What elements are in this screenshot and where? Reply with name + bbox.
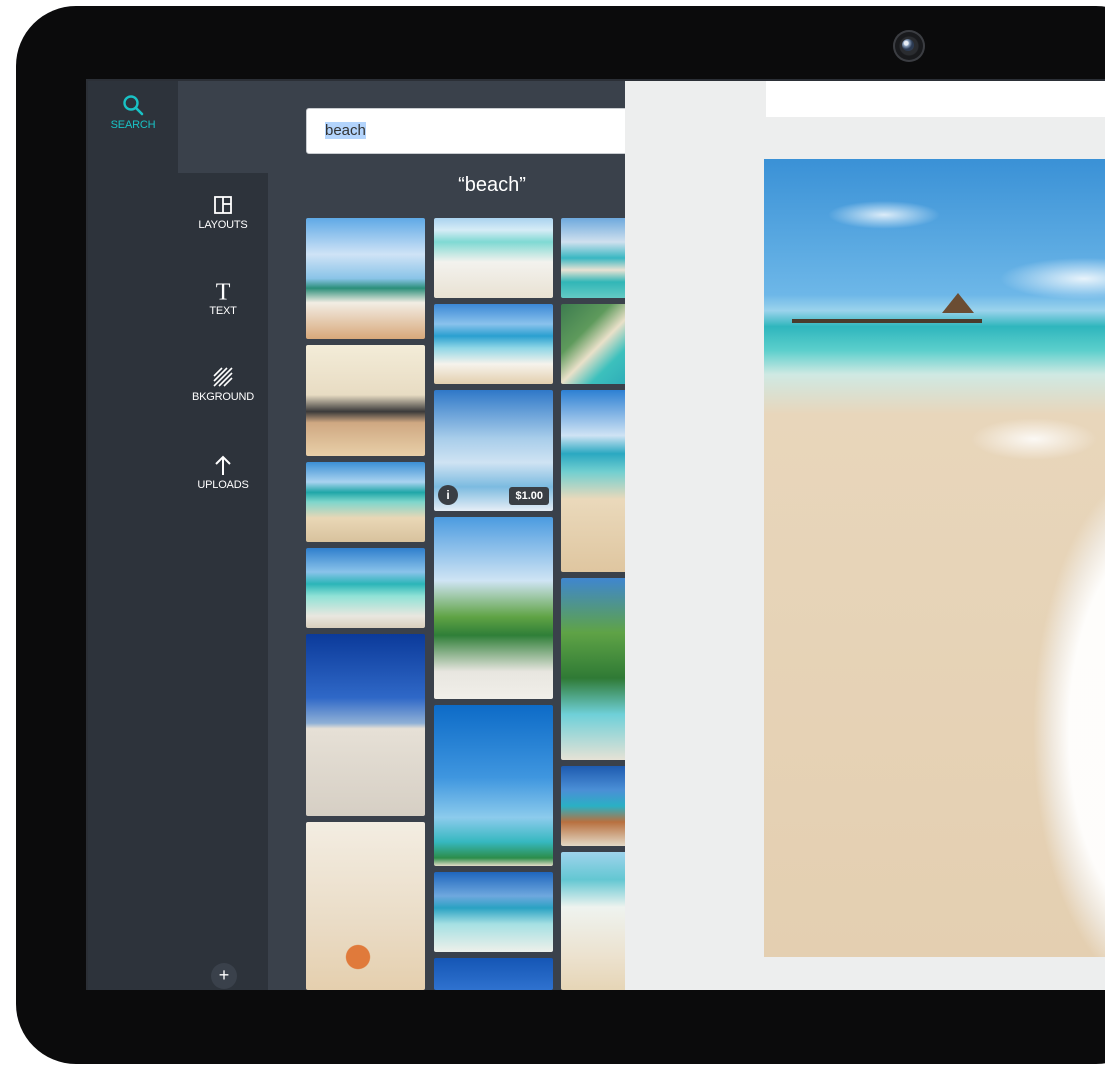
sidebar-item-label: SEARCH bbox=[110, 119, 156, 131]
canvas-beach-image[interactable] bbox=[764, 159, 1105, 957]
background-icon bbox=[213, 367, 233, 387]
search-icon bbox=[123, 95, 144, 116]
sidebar-item-search[interactable]: SEARCH bbox=[88, 93, 178, 173]
camera-icon bbox=[893, 30, 925, 62]
image-thumbnail[interactable] bbox=[306, 218, 425, 339]
image-thumbnail[interactable] bbox=[306, 822, 425, 990]
image-thumbnail[interactable] bbox=[306, 548, 425, 628]
text-icon: T bbox=[216, 279, 231, 303]
design-canvas-area bbox=[625, 81, 1105, 990]
pier bbox=[792, 319, 982, 323]
previous-page[interactable] bbox=[766, 81, 1105, 117]
sidebar-item-background[interactable]: BKGROUND bbox=[178, 365, 268, 403]
upload-icon bbox=[215, 455, 231, 475]
sidebar-item-label: UPLOADS bbox=[197, 479, 249, 491]
image-thumbnail[interactable] bbox=[434, 872, 553, 952]
svg-text:T: T bbox=[216, 279, 231, 303]
sidebar-rail: SEARCH bbox=[88, 81, 178, 990]
add-button[interactable]: + bbox=[211, 963, 237, 989]
image-thumbnail[interactable] bbox=[306, 345, 425, 456]
sidebar-item-text[interactable]: T TEXT bbox=[178, 279, 268, 317]
info-icon[interactable]: i bbox=[438, 485, 458, 505]
image-thumbnail[interactable] bbox=[306, 634, 425, 816]
sidebar-item-label: LAYOUTS bbox=[198, 219, 248, 231]
price-badge: $1.00 bbox=[509, 487, 549, 505]
image-thumbnail[interactable] bbox=[434, 304, 553, 384]
layouts-icon bbox=[214, 196, 232, 214]
app-screen: SEARCH LAYOUTS T TEXT BKGROUND UPLOADS +… bbox=[86, 79, 1105, 990]
search-panel: LAYOUTS T TEXT BKGROUND UPLOADS + beach … bbox=[178, 81, 709, 990]
results-title: “beach” bbox=[458, 174, 526, 196]
search-input[interactable]: beach bbox=[306, 108, 678, 154]
sidebar-item-layouts[interactable]: LAYOUTS bbox=[178, 193, 268, 231]
sidebar-item-label: TEXT bbox=[209, 305, 237, 317]
image-thumbnail[interactable] bbox=[434, 958, 553, 990]
image-thumbnail[interactable] bbox=[306, 462, 425, 542]
wave-foam bbox=[944, 359, 1105, 957]
rail-tab-background: LAYOUTS T TEXT BKGROUND UPLOADS + bbox=[178, 173, 268, 990]
search-input-value: beach bbox=[325, 122, 366, 139]
image-thumbnail[interactable]: i $1.00 bbox=[434, 390, 553, 511]
image-thumbnail[interactable] bbox=[434, 517, 553, 699]
image-thumbnail[interactable] bbox=[434, 218, 553, 298]
sidebar-item-label: BKGROUND bbox=[192, 391, 254, 403]
image-thumbnail[interactable] bbox=[434, 705, 553, 866]
beach-hut bbox=[942, 293, 974, 313]
sidebar-item-uploads[interactable]: UPLOADS bbox=[178, 453, 268, 491]
